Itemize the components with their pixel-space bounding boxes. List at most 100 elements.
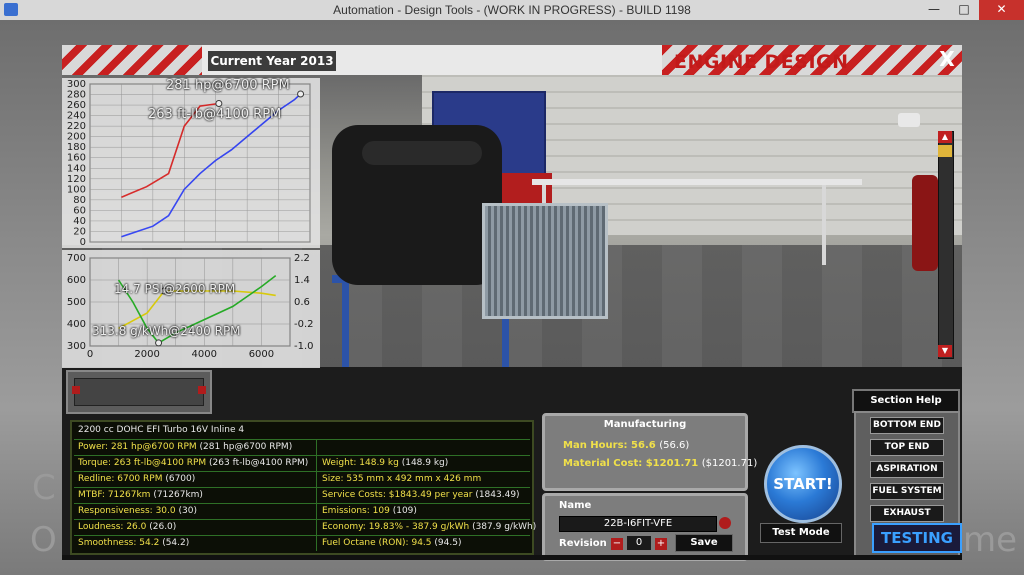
economy-peak-label: 313.8 g/kWh@2400 RPM xyxy=(92,324,241,338)
revision-increment-button[interactable]: + xyxy=(655,538,667,550)
y-tick-label: 0 xyxy=(80,237,86,248)
background-text: C xyxy=(32,468,56,508)
boost-economy-chart-svg: 300 400 500 600 700 0 2000 4000 6000 2.2 1.4 0.6 -0.… xyxy=(67,253,314,360)
boost-peak-label: 14.7 PSI@2600 RPM xyxy=(114,282,236,296)
stat-redline: Redline: 6700 RPM (6700) xyxy=(78,474,196,484)
stat-responsiveness: Responsiveness: 30.0 (30) xyxy=(78,506,197,516)
y2-tick-label: 2.2 xyxy=(294,253,310,264)
y-tick-label: 220 xyxy=(67,121,86,132)
stat-size: Size: 535 mm x 492 mm x 426 mm xyxy=(322,474,482,484)
stat-loudness: Loudness: 26.0 (26.0) xyxy=(78,522,177,532)
power-torque-chart: 0 20 40 60 80 100 120 140 160 180 200 220 240 260 280 3… xyxy=(62,78,320,248)
divider xyxy=(74,487,530,488)
engine-intake-pipe xyxy=(362,141,482,165)
x-tick-label: 4000 xyxy=(192,349,217,360)
start-button[interactable]: START! xyxy=(764,445,842,523)
engine-description: 2200 cc DOHC EFI Turbo 16V Inline 4 xyxy=(78,425,245,435)
testing-tab[interactable]: TESTING xyxy=(872,523,962,553)
window-titlebar: Automation - Design Tools - (WORK IN PRO… xyxy=(0,0,1024,21)
mini-selector-left-icon[interactable] xyxy=(72,386,80,394)
divider xyxy=(74,503,530,504)
stat-weight: Weight: 148.9 kg (148.9 kg) xyxy=(322,458,449,468)
workbench xyxy=(532,179,862,185)
minimize-button[interactable]: — xyxy=(919,0,949,20)
engine-name-field[interactable]: 22B-I6FIT-VFE xyxy=(559,516,717,532)
fire-extinguisher xyxy=(912,175,938,271)
y2-tick-label: 0.6 xyxy=(294,297,310,308)
y-tick-label: 300 xyxy=(67,341,86,352)
zoom-in-icon[interactable]: ▲ xyxy=(938,131,952,143)
y-tick-label: 500 xyxy=(67,297,86,308)
divider xyxy=(316,439,317,551)
y-tick-label: 40 xyxy=(73,216,86,227)
maximize-button[interactable]: □ xyxy=(949,0,979,20)
y-tick-label: 400 xyxy=(67,319,86,330)
divider xyxy=(74,519,530,520)
y-tick-label: 160 xyxy=(67,153,86,164)
stat-economy: Economy: 19.83% - 387.9 g/kWh (387.9 g/k… xyxy=(322,522,537,532)
peak-marker xyxy=(297,90,305,98)
camera-icon[interactable] xyxy=(898,113,920,127)
y-tick-label: 600 xyxy=(67,275,86,286)
menu-aspiration[interactable]: ASPIRATION xyxy=(870,461,944,478)
y-tick-label: 200 xyxy=(67,132,86,143)
divider xyxy=(74,439,530,440)
window-close-button[interactable]: ✕ xyxy=(979,0,1024,20)
y-tick-label: 20 xyxy=(73,226,86,237)
background-text: O xyxy=(30,520,57,560)
y-tick-label: 280 xyxy=(67,90,86,101)
manufacturing-title: Manufacturing xyxy=(603,419,687,430)
x-tick-label: 0 xyxy=(87,349,93,360)
y-tick-label: 240 xyxy=(67,111,86,122)
mini-selector-right-icon[interactable] xyxy=(198,386,206,394)
divider xyxy=(74,471,530,472)
peak-marker xyxy=(155,339,163,347)
stat-power: Power: 281 hp@6700 RPM (281 hp@6700 RPM) xyxy=(78,442,293,452)
stat-torque: Torque: 263 ft-lb@4100 RPM (263 ft-lb@41… xyxy=(78,458,309,468)
background-text: me xyxy=(963,520,1018,560)
menu-bottom-end[interactable]: BOTTOM END xyxy=(870,417,944,434)
mini-selector-slot[interactable] xyxy=(74,378,204,406)
y-tick-label: 260 xyxy=(67,100,86,111)
man-hours: Man Hours: 56.6 (56.6) xyxy=(563,440,690,451)
engine-stats-panel: 2200 cc DOHC EFI Turbo 16V Inline 4 Powe… xyxy=(70,420,537,555)
y-tick-label: 700 xyxy=(67,253,86,264)
stat-fuel-octane: Fuel Octane (RON): 94.5 (94.5) xyxy=(322,538,462,548)
menu-top-end[interactable]: TOP END xyxy=(870,439,944,456)
peak-marker xyxy=(215,99,223,107)
zoom-out-icon[interactable]: ▼ xyxy=(938,345,952,357)
x-tick-label: 2000 xyxy=(134,349,159,360)
engine-stand-leg xyxy=(342,283,349,367)
zoom-slider-thumb[interactable] xyxy=(938,145,952,157)
save-button[interactable]: Save xyxy=(675,534,733,552)
power-peak-label: 281 hp@6700 RPM xyxy=(166,78,290,93)
power-torque-chart-svg: 0204060801001201401601802002202402602803… xyxy=(67,79,311,248)
y-tick-label: 60 xyxy=(73,205,86,216)
bottom-bar xyxy=(62,555,962,560)
workbench-leg xyxy=(822,185,826,265)
y-tick-label: 180 xyxy=(67,142,86,153)
y2-tick-label: 1.4 xyxy=(294,275,310,286)
stat-mtbf: MTBF: 71267km (71267km) xyxy=(78,490,203,500)
x-tick-label: 6000 xyxy=(249,349,274,360)
y2-tick-label: -1.0 xyxy=(294,341,314,352)
menu-fuel-system[interactable]: FUEL SYSTEM xyxy=(870,483,944,500)
manufacturing-panel: Manufacturing Man Hours: 56.6 (56.6) Mat… xyxy=(542,413,757,491)
test-mode-button[interactable]: Test Mode xyxy=(760,523,842,543)
boost-economy-chart: 300 400 500 600 700 0 2000 4000 6000 2.2 1.4 0.6 -0.… xyxy=(62,250,320,368)
menu-exhaust[interactable]: EXHAUST xyxy=(870,505,944,522)
revision-value: 0 xyxy=(627,536,651,550)
randomize-name-button[interactable] xyxy=(719,517,731,529)
y2-tick-label: -0.2 xyxy=(294,319,314,330)
intercooler-model xyxy=(482,203,608,319)
divider xyxy=(74,455,530,456)
revision-decrement-button[interactable]: − xyxy=(611,538,623,550)
y-tick-label: 300 xyxy=(67,79,86,90)
section-help-button[interactable]: Section Help xyxy=(852,389,960,413)
close-panel-button[interactable]: X xyxy=(936,48,958,70)
engine-design-panel: Current Year 2013 ENGINE DESIGN X ▲ ▼ ✥ … xyxy=(62,45,962,561)
torque-peak-label: 263 ft-lb@4100 RPM xyxy=(148,107,282,122)
zoom-slider[interactable] xyxy=(938,131,954,359)
y-tick-label: 80 xyxy=(73,195,86,206)
revision-label: Revision xyxy=(559,538,607,549)
